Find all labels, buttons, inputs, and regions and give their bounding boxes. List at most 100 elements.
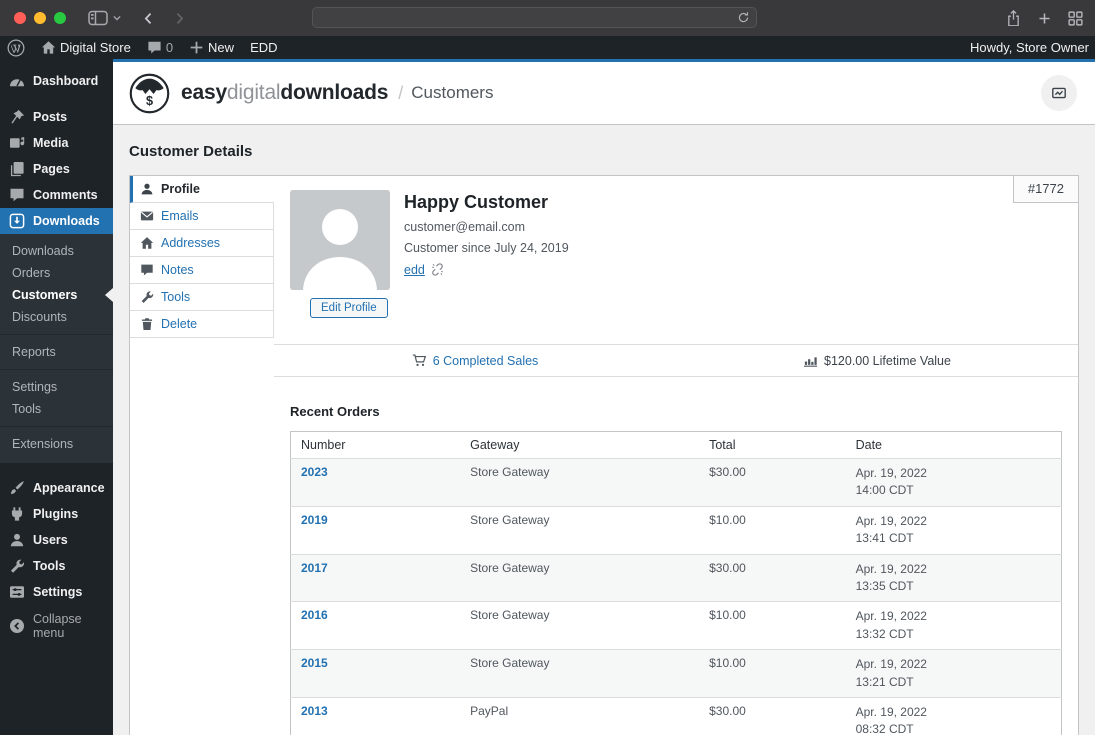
wp-admin-bar: Digital Store 0 New EDD Howdy, Store Own… xyxy=(0,36,1095,59)
column-header-date: Date xyxy=(845,431,1062,459)
submenu-item-customers[interactable]: Customers xyxy=(0,284,113,306)
sidebar-item-media[interactable]: Media xyxy=(0,130,113,156)
wordpress-logo-icon xyxy=(7,39,25,57)
submenu-separator xyxy=(0,369,113,370)
user-icon xyxy=(140,182,154,196)
tab-tools[interactable]: Tools xyxy=(130,284,274,311)
order-number-link[interactable]: 2017 xyxy=(301,561,328,575)
customer-card: Profile Emails Addresses Notes Tools Del… xyxy=(129,175,1079,735)
tab-emails[interactable]: Emails xyxy=(130,203,274,230)
users-icon xyxy=(9,532,25,548)
page-title: Customer Details xyxy=(129,143,253,160)
submenu-item-settings[interactable]: Settings xyxy=(0,376,113,398)
sidebar-item-tools[interactable]: Tools xyxy=(0,553,113,579)
tab-addresses[interactable]: Addresses xyxy=(130,230,274,257)
comments-shortcut[interactable]: 0 xyxy=(139,36,181,59)
completed-sales-stat[interactable]: 6 Completed Sales xyxy=(274,345,676,376)
submenu-item-orders[interactable]: Orders xyxy=(0,262,113,284)
address-bar[interactable] xyxy=(312,7,757,28)
submenu-item-tools[interactable]: Tools xyxy=(0,398,113,420)
back-icon[interactable] xyxy=(142,12,155,25)
collapse-menu-button[interactable]: Collapse menu xyxy=(0,607,113,645)
table-row: 2017 Store Gateway $30.00 Apr. 19, 2022 1… xyxy=(290,554,1062,602)
wrench-icon xyxy=(140,290,154,304)
tab-notes[interactable]: Notes xyxy=(130,257,274,284)
customer-user-link[interactable]: edd xyxy=(404,263,425,277)
order-number-link[interactable]: 2023 xyxy=(301,465,328,479)
submenu-separator xyxy=(0,334,113,335)
posts-icon xyxy=(9,109,25,125)
email-icon xyxy=(140,209,154,223)
order-number-link[interactable]: 2015 xyxy=(301,656,328,670)
sidebar-item-comments[interactable]: Comments xyxy=(0,182,113,208)
svg-text:$: $ xyxy=(146,94,153,108)
address-input[interactable] xyxy=(313,8,756,27)
comment-count: 0 xyxy=(165,40,174,55)
cart-icon xyxy=(412,353,427,368)
tools-icon xyxy=(9,558,25,574)
recent-orders-section: Recent Orders Number Gateway Total Date xyxy=(274,404,1078,735)
sidebar-item-users[interactable]: Users xyxy=(0,527,113,553)
order-number-link[interactable]: 2016 xyxy=(301,608,328,622)
submenu-item-downloads[interactable]: Downloads xyxy=(0,240,113,262)
column-header-number: Number xyxy=(290,431,461,459)
edd-admin-menu[interactable]: EDD xyxy=(242,36,285,59)
tab-overview-icon[interactable] xyxy=(1068,10,1083,26)
tab-profile[interactable]: Profile xyxy=(130,176,274,203)
customer-stats: 6 Completed Sales $120.00 Lifetime Value xyxy=(274,344,1078,377)
new-content-menu[interactable]: New xyxy=(181,36,242,59)
order-number-link[interactable]: 2019 xyxy=(301,513,328,527)
refresh-icon[interactable] xyxy=(737,11,750,24)
sidebar-item-pages[interactable]: Pages xyxy=(0,156,113,182)
column-header-gateway: Gateway xyxy=(460,431,700,459)
wp-admin-sidebar: Dashboard Posts Media Pages Comments Dow… xyxy=(0,59,113,735)
howdy-account-menu[interactable]: Howdy, Store Owner xyxy=(970,40,1089,55)
chart-icon xyxy=(803,353,818,368)
site-link[interactable]: Digital Store xyxy=(33,36,139,59)
sidebar-item-settings[interactable]: Settings xyxy=(0,579,113,605)
trash-icon xyxy=(140,317,154,331)
table-row: 2019 Store Gateway $10.00 Apr. 19, 2022 1… xyxy=(290,506,1062,554)
downloads-submenu: Downloads Orders Customers Discounts Rep… xyxy=(0,234,113,463)
submenu-item-extensions[interactable]: Extensions xyxy=(0,433,113,455)
tab-delete[interactable]: Delete xyxy=(130,311,274,338)
forward-icon[interactable] xyxy=(173,12,186,25)
submenu-item-discounts[interactable]: Discounts xyxy=(0,306,113,328)
settings-icon xyxy=(9,584,25,600)
sidebar-item-plugins[interactable]: Plugins xyxy=(0,501,113,527)
note-icon xyxy=(140,263,154,277)
address-icon xyxy=(140,236,154,250)
new-label: New xyxy=(208,40,235,55)
customer-tabs: Profile Emails Addresses Notes Tools Del… xyxy=(130,176,274,735)
pages-icon xyxy=(9,161,25,177)
edd-header: $ easydigitaldownloads / Customers xyxy=(113,59,1095,125)
lifetime-value-stat: $120.00 Lifetime Value xyxy=(676,345,1078,376)
downloads-icon xyxy=(9,213,25,229)
share-icon[interactable] xyxy=(1006,9,1021,27)
appearance-icon xyxy=(9,480,25,496)
unlink-icon[interactable] xyxy=(430,262,445,277)
close-window-button[interactable] xyxy=(14,12,26,24)
sidebar-item-posts[interactable]: Posts xyxy=(0,104,113,130)
comments-bubble-icon xyxy=(147,40,162,55)
sidebar-toggle-icon[interactable] xyxy=(88,10,108,26)
sidebar-item-appearance[interactable]: Appearance xyxy=(0,475,113,501)
order-number-link[interactable]: 2013 xyxy=(301,704,328,718)
sidebar-item-downloads[interactable]: Downloads xyxy=(0,208,113,234)
submenu-item-reports[interactable]: Reports xyxy=(0,341,113,363)
new-tab-icon[interactable] xyxy=(1038,12,1051,25)
customer-name: Happy Customer xyxy=(404,192,549,212)
sidebar-item-dashboard[interactable]: Dashboard xyxy=(0,68,113,94)
edd-header-screen-button[interactable] xyxy=(1041,75,1077,111)
zoom-window-button[interactable] xyxy=(54,12,66,24)
submenu-separator xyxy=(0,426,113,427)
avatar xyxy=(290,190,390,290)
browser-chrome xyxy=(0,0,1095,36)
edit-profile-button[interactable]: Edit Profile xyxy=(310,298,388,318)
wordpress-menu[interactable] xyxy=(0,36,33,59)
table-row: 2013 PayPal $30.00 Apr. 19, 2022 08:32 CD… xyxy=(290,697,1062,735)
column-header-total: Total xyxy=(699,431,846,459)
dashboard-icon xyxy=(9,73,25,89)
minimize-window-button[interactable] xyxy=(34,12,46,24)
chevron-down-icon[interactable] xyxy=(112,13,122,23)
